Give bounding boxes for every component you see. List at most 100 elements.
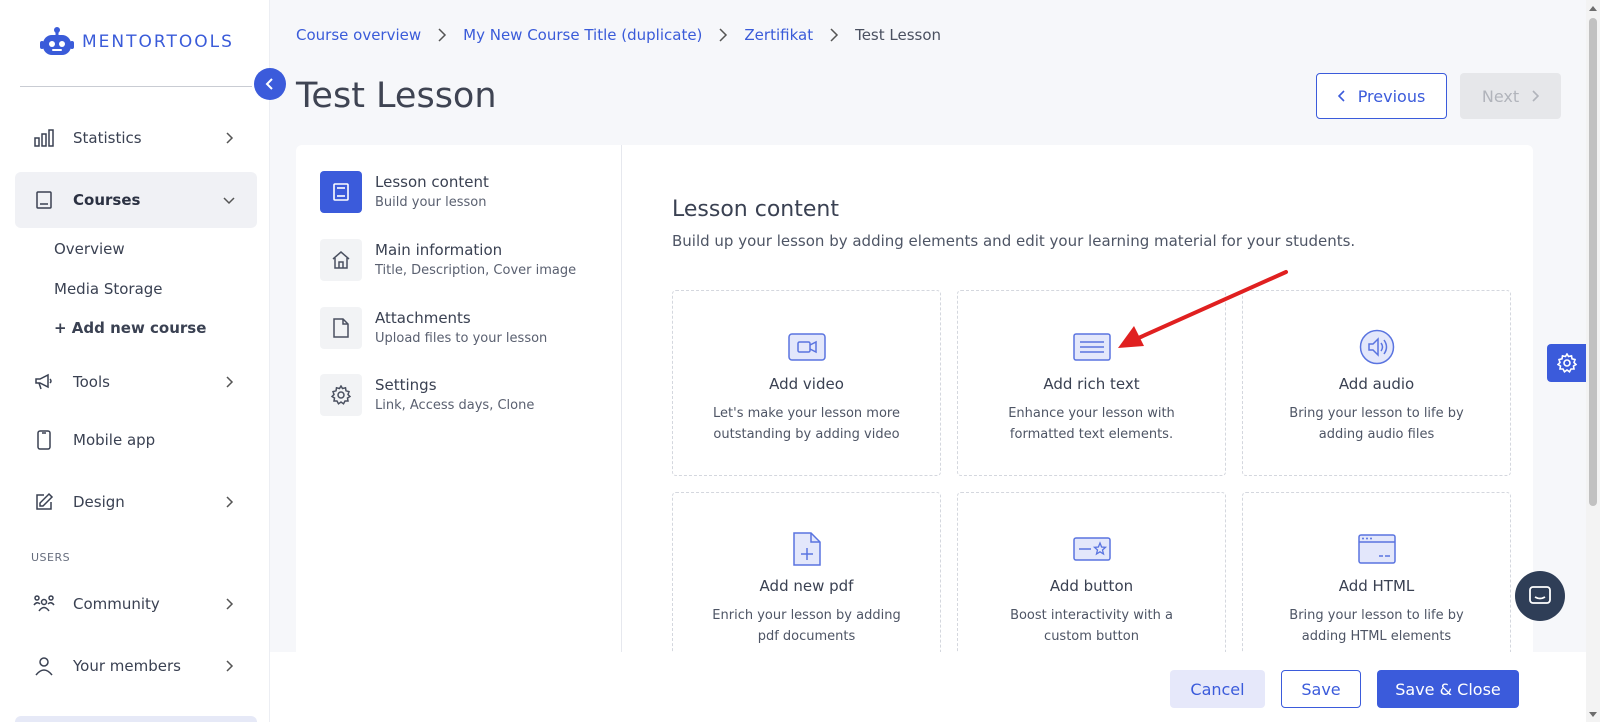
robot-logo-icon [40, 27, 74, 55]
sidebar-item-label: Courses [73, 191, 141, 209]
add-html-tile[interactable]: Add HTML Bring your lesson to life by ad… [1242, 492, 1511, 678]
breadcrumb-chapter[interactable]: Zertifikat [744, 26, 813, 44]
breadcrumb-course[interactable]: My New Course Title (duplicate) [463, 26, 702, 44]
gear-icon [1557, 353, 1577, 373]
sidebar-item-label: Design [73, 493, 125, 511]
sidebar-item-design[interactable]: Design [15, 474, 257, 530]
step-lesson-content[interactable]: Lesson content Build your lesson [320, 171, 489, 213]
tile-description: Enrich your lesson by adding pdf documen… [712, 608, 901, 644]
sidebar-collapse-button[interactable] [254, 68, 286, 100]
sidebar-subitem-overview[interactable]: Overview [54, 240, 125, 258]
previous-label: Previous [1357, 86, 1426, 106]
sidebar-item-label: Mobile app [73, 431, 156, 449]
chevron-right-icon [226, 496, 234, 508]
sidebar-item-label: Statistics [73, 129, 142, 147]
chevron-right-icon [1532, 90, 1540, 102]
settings-panel-button[interactable] [1547, 344, 1587, 382]
tile-description: Enhance your lesson with formatted text … [1008, 406, 1175, 442]
step-subtitle: Build your lesson [375, 195, 487, 210]
add-pdf-tile[interactable]: Add new pdf Enrich your lesson by adding… [672, 492, 941, 678]
scroll-down-arrow-icon[interactable] [1589, 712, 1597, 717]
sidebar-bottom-item[interactable] [15, 716, 257, 722]
gear-icon [320, 374, 362, 416]
chevron-right-icon [226, 660, 234, 672]
step-title: Settings [375, 376, 437, 394]
home-icon [320, 239, 362, 281]
sidebar-item-courses[interactable]: Courses [15, 172, 257, 228]
sidebar-item-tools[interactable]: Tools [15, 354, 257, 410]
tile-title: Add video [769, 375, 844, 393]
sidebar-item-label: Tools [73, 373, 110, 391]
chat-icon [1529, 586, 1551, 604]
chevron-down-icon [223, 197, 235, 205]
page-scrollbar[interactable] [1586, 0, 1600, 722]
sidebar-item-label: Community [73, 595, 160, 613]
chevron-left-icon [1337, 90, 1345, 102]
lesson-content-title: Lesson content [672, 197, 839, 222]
step-subtitle: Link, Access days, Clone [375, 398, 535, 413]
step-settings[interactable]: Settings Link, Access days, Clone [320, 374, 534, 416]
pdf-icon [787, 531, 827, 567]
audio-icon [1357, 329, 1397, 365]
add-video-tile[interactable]: Add video Let's make your lesson more ou… [672, 290, 941, 476]
lesson-content-subtitle: Build up your lesson by adding elements … [672, 232, 1356, 250]
book-icon [320, 171, 362, 213]
chevron-right-icon [438, 28, 447, 42]
sidebar-subitem-media-storage[interactable]: Media Storage [54, 280, 163, 298]
tile-title: Add HTML [1338, 577, 1415, 595]
users-section-label: USERS [31, 551, 71, 564]
sidebar-subitem-add-course[interactable]: + Add new course [54, 319, 206, 337]
tile-title: Add button [1049, 577, 1134, 595]
cancel-button[interactable]: Cancel [1170, 670, 1265, 708]
scrollbar-thumb[interactable] [1589, 18, 1597, 506]
logo[interactable]: MENTORTOOLS [40, 26, 234, 58]
tile-title: Add audio [1338, 375, 1415, 393]
add-button-tile[interactable]: Add button Boost interactivity with a cu… [957, 492, 1226, 678]
step-attachments[interactable]: Attachments Upload files to your lesson [320, 307, 547, 349]
megaphone-icon [33, 371, 55, 393]
sidebar-item-your-members[interactable]: Your members [15, 638, 257, 694]
book-icon [33, 189, 55, 211]
previous-button[interactable]: Previous [1316, 73, 1447, 119]
rich-text-icon [1072, 329, 1112, 365]
sidebar-item-community[interactable]: Community [15, 576, 257, 632]
scroll-up-arrow-icon[interactable] [1589, 6, 1597, 11]
chevron-right-icon [226, 376, 234, 388]
breadcrumb-current: Test Lesson [855, 26, 942, 44]
tile-description: Bring your lesson to life by adding audi… [1289, 406, 1464, 442]
save-button[interactable]: Save [1281, 670, 1361, 708]
sidebar-divider [20, 86, 252, 87]
page-title: Test Lesson [296, 76, 497, 116]
sidebar-item-mobile-app[interactable]: Mobile app [15, 412, 257, 468]
save-and-close-button[interactable]: Save & Close [1377, 670, 1519, 708]
tile-description: Bring your lesson to life by adding HTML… [1289, 608, 1464, 644]
tile-title: Add new pdf [759, 577, 854, 595]
annotation-arrow [1118, 270, 1288, 348]
chat-launcher-button[interactable] [1515, 571, 1565, 621]
chevron-right-icon [719, 28, 728, 42]
breadcrumb: Course overview My New Course Title (dup… [296, 26, 941, 44]
next-button[interactable]: Next [1460, 73, 1561, 119]
tile-description: Boost interactivity with a custom button [1010, 608, 1173, 644]
button-icon [1072, 531, 1112, 567]
phone-icon [33, 429, 55, 451]
step-main-information[interactable]: Main information Title, Description, Cov… [320, 239, 576, 281]
breadcrumb-course-overview[interactable]: Course overview [296, 26, 421, 44]
edit-icon [33, 491, 55, 513]
step-title: Attachments [375, 309, 471, 327]
bar-chart-icon [33, 127, 55, 149]
step-subtitle: Upload files to your lesson [375, 331, 548, 346]
sidebar-item-statistics[interactable]: Statistics [15, 110, 257, 166]
chevron-left-icon [265, 78, 273, 90]
next-label: Next [1481, 86, 1520, 106]
html-icon [1357, 531, 1397, 567]
tile-description: Let's make your lesson more outstanding … [713, 406, 900, 442]
file-icon [320, 307, 362, 349]
sidebar-item-label: Your members [73, 657, 181, 675]
video-icon [787, 329, 827, 365]
chevron-right-icon [226, 132, 234, 144]
step-subtitle: Title, Description, Cover image [375, 263, 577, 278]
chevron-right-icon [830, 28, 839, 42]
step-title: Main information [375, 241, 503, 259]
tile-title: Add rich text [1043, 375, 1140, 393]
